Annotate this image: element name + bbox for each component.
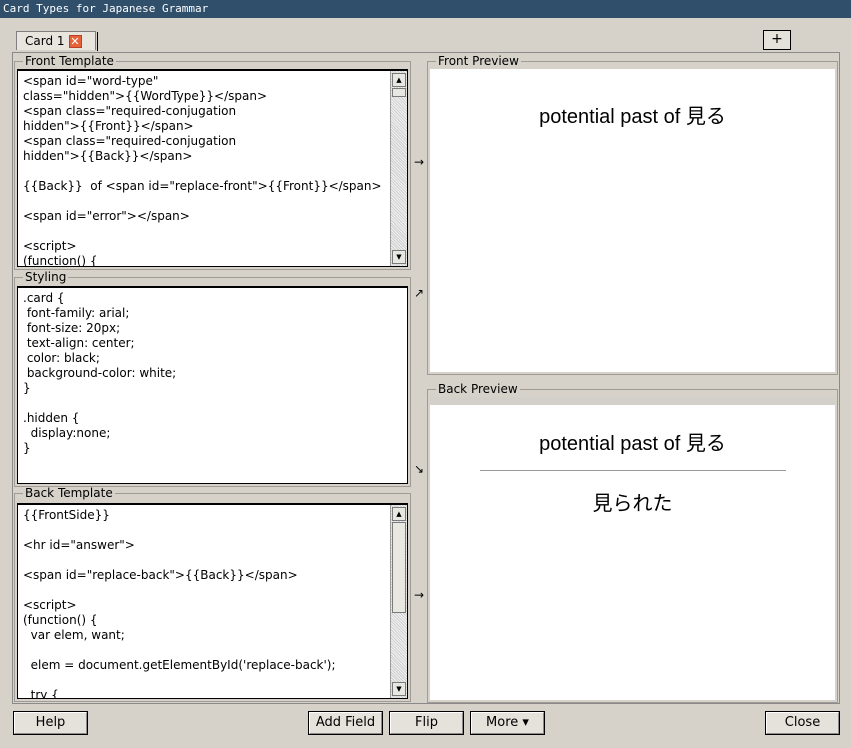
back-preview-pane: potential past of 見る 見られた bbox=[430, 397, 835, 700]
styling-legend: Styling bbox=[25, 270, 67, 284]
close-icon[interactable]: ✕ bbox=[68, 34, 82, 48]
back-template-code[interactable]: {{FrontSide}} <hr id="answer"> <span id=… bbox=[18, 505, 407, 698]
tab-divider bbox=[97, 32, 98, 51]
add-card-type-button[interactable]: + bbox=[763, 30, 791, 50]
front-template-legend: Front Template bbox=[25, 54, 114, 68]
help-button[interactable]: Help bbox=[13, 711, 88, 735]
front-template-scrollbar[interactable]: ▲ ▼ bbox=[390, 71, 407, 266]
back-template-legend: Back Template bbox=[25, 486, 113, 500]
tab-label: Card 1 bbox=[25, 34, 65, 48]
scroll-thumb[interactable] bbox=[392, 88, 406, 97]
scroll-thumb[interactable] bbox=[392, 522, 406, 613]
flip-button[interactable]: Flip bbox=[389, 711, 464, 735]
styling-code[interactable]: .card { font-family: arial; font-size: 2… bbox=[18, 288, 407, 456]
scroll-up-icon[interactable]: ▲ bbox=[392, 73, 406, 87]
back-link-arrow-icon: → bbox=[414, 588, 425, 602]
front-template-editor[interactable]: <span id="word-type" class="hidden">{{Wo… bbox=[17, 69, 408, 267]
back-template-scrollbar[interactable]: ▲ ▼ bbox=[390, 505, 407, 698]
back-template-editor[interactable]: {{FrontSide}} <hr id="answer"> <span id=… bbox=[17, 503, 408, 699]
more-button[interactable]: More ▾ bbox=[470, 711, 545, 735]
preview-top-strip bbox=[430, 397, 835, 405]
scroll-down-icon[interactable]: ▼ bbox=[392, 250, 406, 264]
add-field-button[interactable]: Add Field bbox=[308, 711, 383, 735]
back-preview-legend: Back Preview bbox=[438, 382, 518, 396]
answer-divider bbox=[479, 470, 786, 471]
front-template-code[interactable]: <span id="word-type" class="hidden">{{Wo… bbox=[18, 71, 407, 266]
scroll-up-icon[interactable]: ▲ bbox=[392, 507, 406, 521]
front-preview-pane: potential past of 見る bbox=[430, 69, 835, 372]
styling-back-arrow-icon: ↘ bbox=[414, 462, 425, 476]
tab-card-1[interactable]: Card 1 ✕ bbox=[16, 31, 96, 50]
back-preview-answer: 見られた bbox=[592, 493, 673, 515]
scroll-down-icon[interactable]: ▼ bbox=[392, 682, 406, 696]
front-preview-legend: Front Preview bbox=[438, 54, 519, 68]
styling-front-arrow-icon: ↗ bbox=[414, 286, 425, 300]
window-title: Card Types for Japanese Grammar bbox=[0, 0, 851, 18]
front-link-arrow-icon: → bbox=[414, 155, 425, 169]
close-button[interactable]: Close bbox=[765, 711, 840, 735]
back-preview-question: potential past of 見る bbox=[539, 433, 726, 455]
styling-editor[interactable]: .card { font-family: arial; font-size: 2… bbox=[17, 286, 408, 484]
tab-bar: Card 1 ✕ + bbox=[12, 30, 840, 52]
front-preview-question: potential past of 見る bbox=[539, 106, 726, 128]
